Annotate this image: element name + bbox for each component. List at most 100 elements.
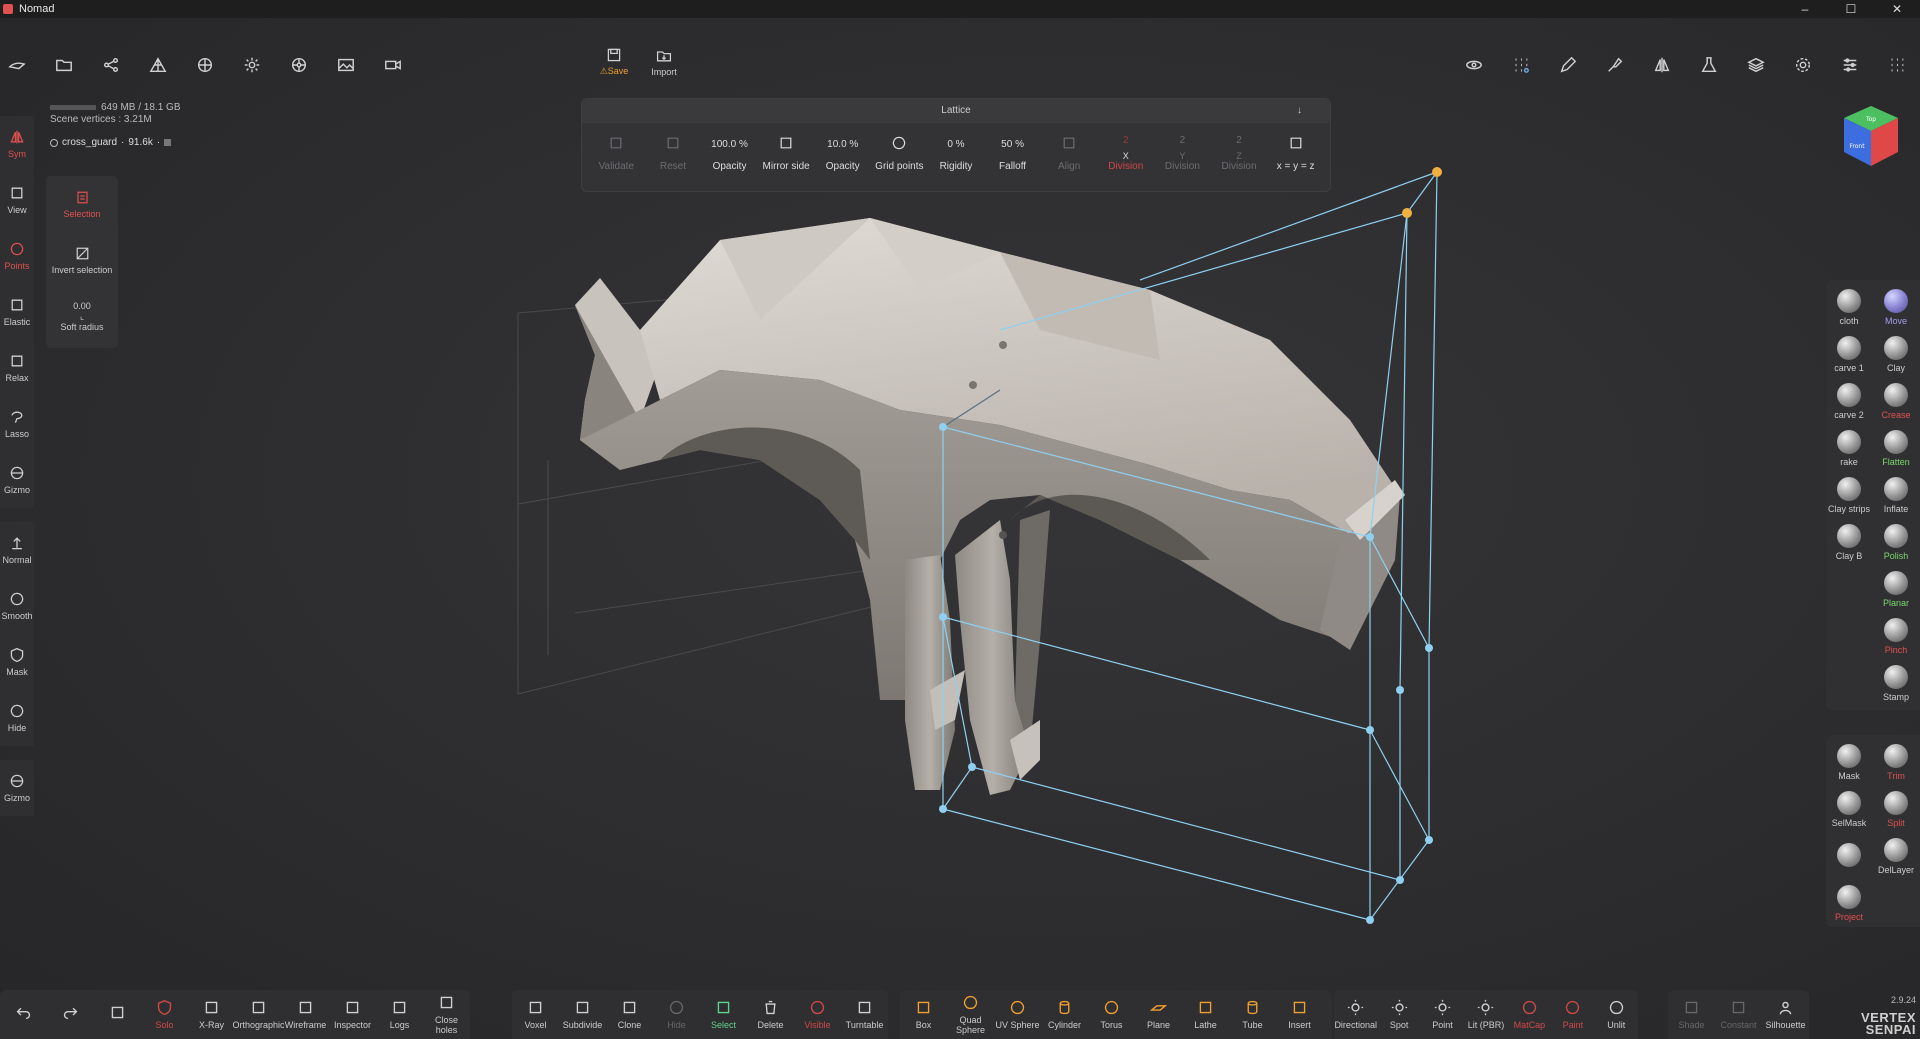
unlit-button[interactable]: Unlit — [1595, 990, 1638, 1039]
active-mesh-label[interactable]: cross_guard · 91.6k · — [50, 137, 172, 148]
directional-button[interactable]: Directional — [1334, 990, 1377, 1039]
lattice-falloff-control[interactable]: 50 % Falloff — [984, 135, 1041, 172]
background-image-icon[interactable] — [329, 48, 363, 82]
left-tool-smooth[interactable]: Smooth — [0, 578, 34, 634]
brush-planar[interactable]: Planar — [1873, 566, 1919, 613]
silhouette-button[interactable]: Silhouette — [1762, 990, 1809, 1039]
lattice-header[interactable]: Lattice ↓ — [582, 99, 1330, 123]
left-tool-hide[interactable]: Hide — [0, 690, 34, 746]
turntable-button[interactable]: Turntable — [841, 990, 888, 1039]
scene-graph-icon[interactable] — [94, 48, 128, 82]
lattice-reset-control[interactable]: Reset — [645, 135, 702, 172]
grid-dots-icon[interactable] — [1504, 48, 1538, 82]
spot-button[interactable]: Spot — [1377, 990, 1420, 1039]
brush-empty[interactable] — [1826, 833, 1872, 880]
left-tool-lasso[interactable]: Lasso — [0, 396, 34, 452]
lattice-rigidity-control[interactable]: 0 % Rigidity — [928, 135, 985, 172]
lattice-division-control[interactable]: 2 Z Division — [1211, 131, 1268, 172]
brush-stamp[interactable]: Stamp — [1873, 660, 1919, 707]
lattice-opacity-control[interactable]: 10.0 % Opacity — [814, 135, 871, 172]
lattice-align-control[interactable]: Align — [1041, 135, 1098, 172]
brush-rake[interactable]: rake — [1826, 425, 1872, 472]
history-icon[interactable] — [1457, 48, 1491, 82]
lathe-button[interactable]: Lathe — [1182, 990, 1229, 1039]
lattice-division-control[interactable]: 2 Y Division — [1154, 131, 1211, 172]
left-tool-mask[interactable]: Mask — [0, 634, 34, 690]
folder-icon[interactable] — [47, 48, 81, 82]
constant-button[interactable]: Constant — [1715, 990, 1762, 1039]
3d-viewport[interactable]: ⚠Save Import 649 MB / 18.1 GB Scene vert… — [0, 18, 1920, 1039]
brush-move[interactable]: Move — [1873, 284, 1919, 331]
left-tool-gizmo[interactable]: Gizmo — [0, 760, 34, 816]
left-tool-points[interactable]: Points — [0, 228, 34, 284]
lattice-opacity-control[interactable]: 100.0 % Opacity — [701, 135, 758, 172]
invert-selection-button[interactable]: Invert selection — [46, 232, 118, 288]
box-button[interactable]: Box — [900, 990, 947, 1039]
pen-icon[interactable] — [1551, 48, 1585, 82]
settings-gear-icon[interactable] — [1786, 48, 1820, 82]
brush-trim[interactable]: Trim — [1873, 739, 1919, 786]
undo-button[interactable] — [0, 990, 47, 1039]
tube-button[interactable]: Tube — [1229, 990, 1276, 1039]
delete-button[interactable]: Delete — [747, 990, 794, 1039]
material-sphere-icon[interactable] — [188, 48, 222, 82]
brush-selmask[interactable]: SelMask — [1826, 786, 1872, 833]
brush-mask[interactable]: Mask — [1826, 739, 1872, 786]
selection-button[interactable]: Selection — [46, 176, 118, 232]
wireframe-button[interactable]: Wireframe — [282, 990, 329, 1039]
sliders-icon[interactable] — [1833, 48, 1867, 82]
symmetry-icon[interactable] — [1645, 48, 1679, 82]
left-tool-view[interactable]: View — [0, 172, 34, 228]
brush-clay-b[interactable]: Clay B — [1826, 519, 1872, 566]
lattice-mirror-side-control[interactable]: Mirror side — [758, 135, 815, 172]
logs-button[interactable]: Logs — [376, 990, 423, 1039]
lattice-validate-control[interactable]: Validate — [588, 135, 645, 172]
light-sun-icon[interactable] — [235, 48, 269, 82]
brush-split[interactable]: Split — [1873, 786, 1919, 833]
brush-carve-1[interactable]: carve 1 — [1826, 331, 1872, 378]
torus-button[interactable]: Torus — [1088, 990, 1135, 1039]
brush-cloth[interactable]: cloth — [1826, 284, 1872, 331]
lattice-division-control[interactable]: 2 X Division — [1097, 131, 1154, 172]
left-tool-normal[interactable]: Normal — [0, 522, 34, 578]
insert-button[interactable]: Insert — [1276, 990, 1323, 1039]
left-tool-relax[interactable]: Relax — [0, 340, 34, 396]
quad-sphere-button[interactable]: Quad Sphere — [947, 990, 994, 1039]
shade-button[interactable]: Shade — [1668, 990, 1715, 1039]
collapse-arrow-icon[interactable]: ↓ — [1297, 99, 1302, 123]
import-button[interactable]: Import — [642, 40, 686, 84]
paint-button[interactable]: Paint — [1551, 990, 1594, 1039]
brush-dellayer[interactable]: DelLayer — [1873, 833, 1919, 880]
brush-crease[interactable]: Crease — [1873, 378, 1919, 425]
brush-inflate[interactable]: Inflate — [1873, 472, 1919, 519]
solo-button[interactable]: Solo — [141, 990, 188, 1039]
soft-radius-slider[interactable]: 0.00 ⌞ Soft radius — [46, 288, 118, 344]
hide-button[interactable]: Hide — [653, 990, 700, 1039]
postprocess-icon[interactable] — [282, 48, 316, 82]
left-tool-sym[interactable]: Sym — [0, 116, 34, 172]
close-button[interactable]: ✕ — [1874, 0, 1920, 18]
layer-button[interactable] — [94, 990, 141, 1039]
menu-grid-icon[interactable] — [1880, 48, 1914, 82]
lattice-grid-points-control[interactable]: Grid points — [871, 135, 928, 172]
cylinder-button[interactable]: Cylinder — [1041, 990, 1088, 1039]
left-tool-elastic[interactable]: Elastic — [0, 284, 34, 340]
left-tool-gizmo[interactable]: Gizmo — [0, 452, 34, 508]
save-button[interactable]: ⚠Save — [592, 40, 636, 84]
close-holes-button[interactable]: Close holes — [423, 990, 470, 1039]
point-button[interactable]: Point — [1421, 990, 1464, 1039]
visible-button[interactable]: Visible — [794, 990, 841, 1039]
lattice-x-y-z-control[interactable]: x = y = z — [1267, 135, 1324, 172]
flask-icon[interactable] — [1692, 48, 1726, 82]
layers-icon[interactable] — [1739, 48, 1773, 82]
uv-sphere-button[interactable]: UV Sphere — [994, 990, 1041, 1039]
brush-pinch[interactable]: Pinch — [1873, 613, 1919, 660]
matcap-button[interactable]: MatCap — [1508, 990, 1551, 1039]
view-cube-gizmo[interactable]: Top Front — [1840, 104, 1902, 170]
subdivide-button[interactable]: Subdivide — [559, 990, 606, 1039]
brush-flatten[interactable]: Flatten — [1873, 425, 1919, 472]
inspector-button[interactable]: Inspector — [329, 990, 376, 1039]
brush-polish[interactable]: Polish — [1873, 519, 1919, 566]
topology-icon[interactable] — [141, 48, 175, 82]
minimize-button[interactable]: – — [1782, 0, 1828, 18]
